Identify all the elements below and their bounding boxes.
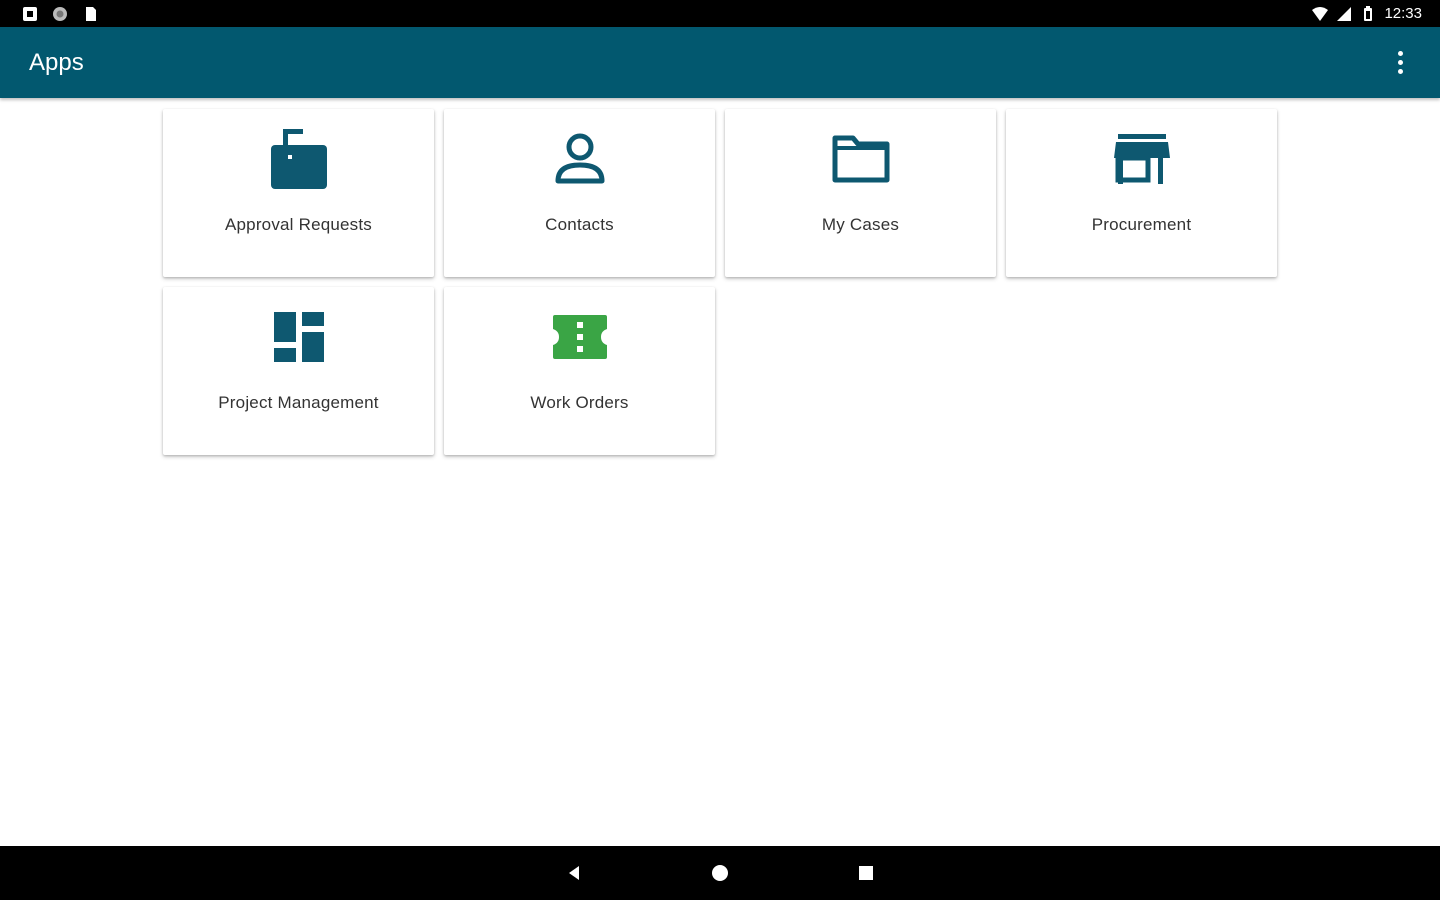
tile-label: Project Management bbox=[218, 393, 379, 412]
signal-icon bbox=[1337, 6, 1352, 21]
recents-button[interactable] bbox=[848, 855, 884, 891]
mailbox-icon bbox=[270, 129, 327, 189]
wifi-icon bbox=[1312, 6, 1329, 21]
status-left bbox=[22, 6, 98, 22]
page-title: Apps bbox=[29, 48, 84, 76]
back-icon bbox=[569, 866, 579, 880]
home-button[interactable] bbox=[702, 855, 738, 891]
ticket-icon bbox=[552, 315, 607, 359]
status-time: 12:33 bbox=[1384, 5, 1422, 22]
tile-work-orders[interactable]: Work Orders bbox=[444, 287, 715, 455]
recents-icon bbox=[859, 866, 873, 880]
person-icon bbox=[555, 133, 604, 184]
navigation-bar bbox=[0, 846, 1440, 900]
tile-contacts[interactable]: Contacts bbox=[444, 109, 715, 277]
tile-project-management[interactable]: Project Management bbox=[163, 287, 434, 455]
apps-grid: Approval Requests Contacts My Cases Proc… bbox=[163, 109, 1283, 455]
tile-label: Contacts bbox=[545, 215, 614, 234]
status-right: 12:33 bbox=[1312, 5, 1422, 22]
status-bar: 12:33 bbox=[0, 0, 1440, 27]
folder-icon bbox=[832, 135, 889, 183]
tile-label: Work Orders bbox=[530, 393, 629, 412]
tile-procurement[interactable]: Procurement bbox=[1006, 109, 1277, 277]
app-bar: Apps bbox=[0, 27, 1440, 98]
store-icon bbox=[1113, 134, 1170, 184]
tile-label: Approval Requests bbox=[224, 215, 373, 234]
tile-my-cases[interactable]: My Cases bbox=[725, 109, 996, 277]
notification-icon bbox=[23, 6, 37, 21]
sd-card-icon bbox=[86, 6, 96, 21]
more-options-button[interactable] bbox=[1388, 45, 1412, 81]
battery-icon bbox=[1364, 5, 1373, 21]
tile-approval-requests[interactable]: Approval Requests bbox=[163, 109, 434, 277]
more-vert-icon bbox=[1397, 51, 1403, 56]
tile-label: My Cases bbox=[821, 215, 900, 234]
home-icon bbox=[712, 865, 728, 881]
dashboard-icon bbox=[273, 312, 324, 362]
back-button[interactable] bbox=[556, 855, 592, 891]
sync-icon bbox=[53, 6, 67, 21]
tile-label: Procurement bbox=[1091, 215, 1192, 234]
